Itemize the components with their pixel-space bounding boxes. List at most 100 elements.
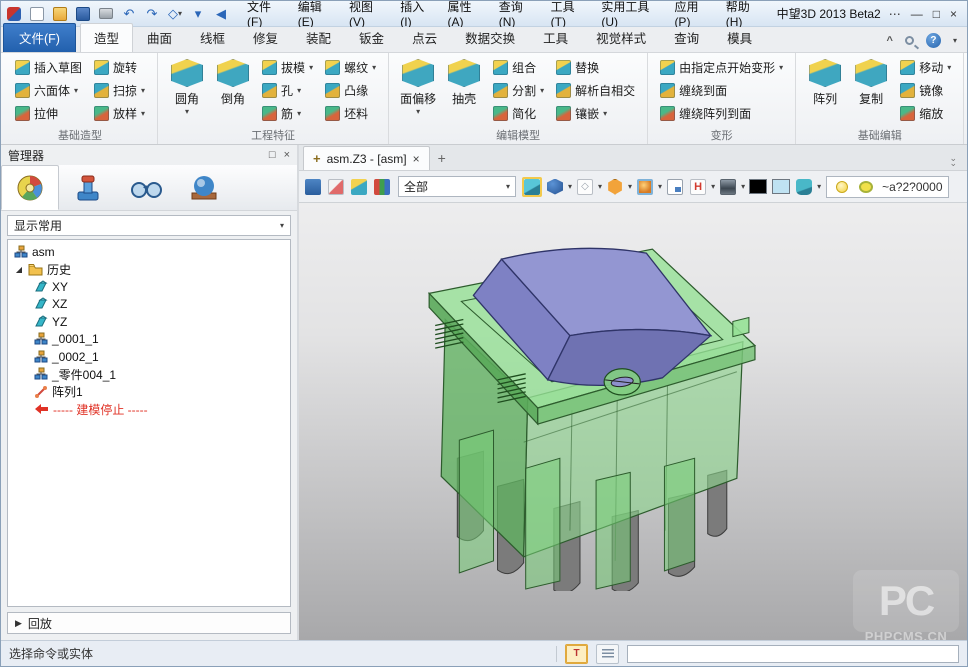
- doc-close-icon[interactable]: ×: [413, 152, 420, 166]
- app-logo[interactable]: [5, 5, 23, 23]
- render-mode-icon[interactable]: [635, 177, 655, 197]
- redo-icon[interactable]: ↷: [143, 5, 161, 23]
- rib-button[interactable]: 筋▾: [258, 102, 317, 125]
- panel-close-icon[interactable]: ×: [284, 149, 290, 161]
- ribbon-tab[interactable]: 查询: [660, 23, 713, 52]
- ribbon-tab[interactable]: 曲面: [133, 23, 186, 52]
- print-icon[interactable]: [97, 5, 115, 23]
- wrap-to-face-button[interactable]: 缠绕到面: [656, 79, 787, 102]
- copy-button[interactable]: 复制: [848, 56, 894, 107]
- list-toggle[interactable]: [596, 644, 619, 664]
- rocker-switch-model[interactable]: [401, 229, 763, 591]
- color-swatch-black[interactable]: [748, 177, 768, 197]
- more-window-buttons-icon[interactable]: ⋯: [889, 8, 901, 20]
- render-manager-tab[interactable]: [175, 165, 233, 210]
- undo-icon[interactable]: ↶: [120, 5, 138, 23]
- chamfer-button[interactable]: 倒角: [210, 56, 256, 107]
- tree-item[interactable]: _0002_1: [8, 348, 290, 366]
- isometric-view-icon[interactable]: [522, 177, 542, 197]
- show-hide-icon[interactable]: [349, 177, 369, 197]
- pattern-button[interactable]: 阵列: [802, 56, 848, 107]
- exit-icon[interactable]: [303, 177, 323, 197]
- deform-from-point-button[interactable]: 由指定点开始变形▾: [656, 56, 787, 79]
- viewport-3d[interactable]: PC PHPCMS.CN: [299, 203, 967, 640]
- fillet-button[interactable]: 圆角▾: [164, 56, 210, 116]
- face-display-icon[interactable]: [794, 177, 814, 197]
- tree-item[interactable]: ◢历史: [8, 261, 290, 279]
- light-settings-field[interactable]: ~a?2?0000: [826, 176, 948, 198]
- restore-icon[interactable]: □: [933, 8, 940, 20]
- tree-filter-select[interactable]: 显示常用 ▾: [7, 215, 291, 236]
- tree-item[interactable]: _零件004_1: [8, 366, 290, 384]
- view-orientation-icon[interactable]: [605, 177, 625, 197]
- new-document-tab-button[interactable]: +: [430, 150, 454, 170]
- ribbon-tab[interactable]: 数据交换: [451, 23, 529, 52]
- panel-restore-icon[interactable]: □: [269, 149, 276, 161]
- viewport-layout-icon[interactable]: [665, 177, 685, 197]
- tree-item[interactable]: XY: [8, 278, 290, 296]
- shaded-display-icon[interactable]: [545, 177, 565, 197]
- tree-item[interactable]: asm: [8, 243, 290, 261]
- dropdown-icon[interactable]: ▾: [658, 183, 662, 191]
- dropdown-icon[interactable]: ▾: [628, 183, 632, 191]
- dropdown-icon[interactable]: ▾: [817, 183, 821, 191]
- ribbon-tab[interactable]: 点云: [398, 23, 451, 52]
- light-icon[interactable]: [832, 177, 852, 197]
- tree-item[interactable]: 阵列1: [8, 383, 290, 401]
- toolbar-options-icon[interactable]: ▾: [189, 5, 207, 23]
- ribbon-tab[interactable]: 工具: [529, 23, 582, 52]
- face-offset-button[interactable]: 面偏移▾: [395, 56, 441, 116]
- save-icon[interactable]: [74, 5, 92, 23]
- draft-button[interactable]: 拔模▾: [258, 56, 317, 79]
- extrude-button[interactable]: 拉伸: [11, 102, 86, 125]
- combine-button[interactable]: 组合: [489, 56, 548, 79]
- field-tag-toggle[interactable]: T: [565, 644, 588, 664]
- simplify-button[interactable]: 简化: [489, 102, 548, 125]
- ribbon-tab[interactable]: 钣金: [345, 23, 398, 52]
- replace-button[interactable]: 替换: [552, 56, 639, 79]
- ribbon-tab[interactable]: 线框: [186, 23, 239, 52]
- open-file-icon[interactable]: [51, 5, 69, 23]
- collapse-ribbon-chevron-icon[interactable]: ^: [887, 35, 893, 47]
- entity-filter-select[interactable]: 全部▾: [398, 176, 516, 197]
- wireframe-display-icon[interactable]: [575, 177, 595, 197]
- wrap-pattern-to-face-button[interactable]: 缠绕阵列到面: [656, 102, 787, 125]
- tree-item[interactable]: ----- 建模停止 -----: [8, 401, 290, 419]
- eraser-icon[interactable]: [326, 177, 346, 197]
- sweep-button[interactable]: 扫掠▾: [90, 79, 149, 102]
- ribbon-tab[interactable]: 模具: [713, 23, 766, 52]
- tab-overflow-icon[interactable]: ⌄ ⌄: [943, 156, 963, 170]
- ribbon-tab[interactable]: 视觉样式: [582, 23, 660, 52]
- divide-button[interactable]: 分割▾: [489, 79, 548, 102]
- tree-item[interactable]: _0001_1: [8, 331, 290, 349]
- visibility-manager-tab[interactable]: [117, 165, 175, 210]
- box-button[interactable]: 六面体▾: [11, 79, 86, 102]
- revolve-button[interactable]: 旋转: [90, 56, 149, 79]
- new-file-icon[interactable]: [28, 5, 46, 23]
- tree-item[interactable]: XZ: [8, 296, 290, 314]
- loft-button[interactable]: 放样▾: [90, 102, 149, 125]
- section-view-icon[interactable]: [688, 177, 708, 197]
- replay-expander[interactable]: ▶ 回放: [7, 612, 291, 634]
- regen-icon[interactable]: ◇▾: [166, 5, 184, 23]
- insert-sketch-button[interactable]: 插入草图: [11, 56, 86, 79]
- thread-button[interactable]: 螺纹▾: [321, 56, 380, 79]
- filter-icon[interactable]: [372, 177, 392, 197]
- status-input[interactable]: [627, 645, 959, 663]
- minimize-icon[interactable]: —: [911, 8, 923, 20]
- dropdown-icon[interactable]: ▾: [711, 183, 715, 191]
- document-tab[interactable]: + asm.Z3 - [asm] ×: [303, 146, 430, 170]
- dropdown-icon[interactable]: ▾: [741, 183, 745, 191]
- dropdown-icon[interactable]: ▾: [568, 183, 572, 191]
- boss-button[interactable]: 凸缘: [321, 79, 380, 102]
- file-tab[interactable]: 文件(F): [3, 23, 76, 52]
- hole-button[interactable]: 孔▾: [258, 79, 317, 102]
- scale-button[interactable]: 缩放: [896, 102, 955, 125]
- dropdown-icon[interactable]: ▾: [598, 183, 602, 191]
- help-dropdown-icon[interactable]: ▾: [953, 37, 957, 45]
- close-icon[interactable]: ×: [950, 8, 957, 20]
- shell-button[interactable]: 抽壳: [441, 56, 487, 107]
- history-manager-tab[interactable]: [1, 165, 59, 210]
- background-icon[interactable]: [718, 177, 738, 197]
- ribbon-tab[interactable]: 修复: [239, 23, 292, 52]
